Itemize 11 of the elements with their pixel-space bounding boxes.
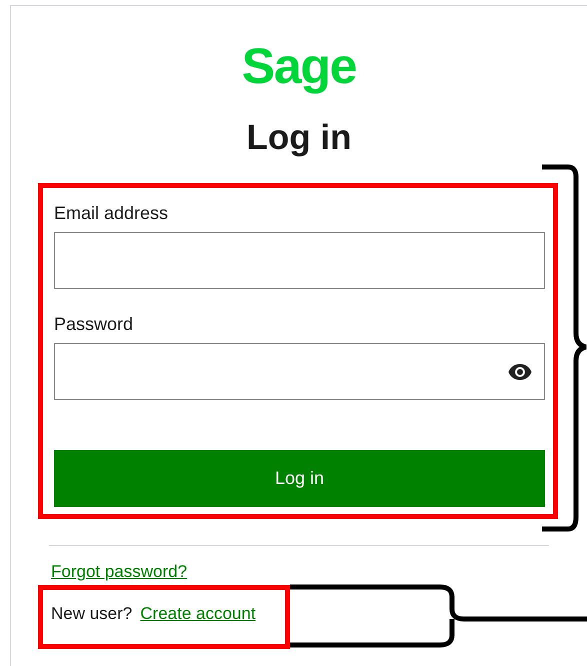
email-field[interactable] — [54, 232, 545, 289]
create-account-link[interactable]: Create account — [140, 601, 256, 626]
new-user-text: New user? — [51, 603, 132, 625]
page-heading: Log in — [246, 118, 352, 158]
field-label: Password — [54, 314, 134, 334]
forgot-password-link[interactable]: Forgot password? — [51, 562, 188, 581]
login-button[interactable]: Log in — [54, 450, 545, 507]
field-label: Email address — [54, 203, 170, 223]
eye-icon[interactable] — [508, 364, 532, 380]
logo: Sage — [242, 37, 356, 96]
password-field[interactable] — [54, 343, 545, 400]
